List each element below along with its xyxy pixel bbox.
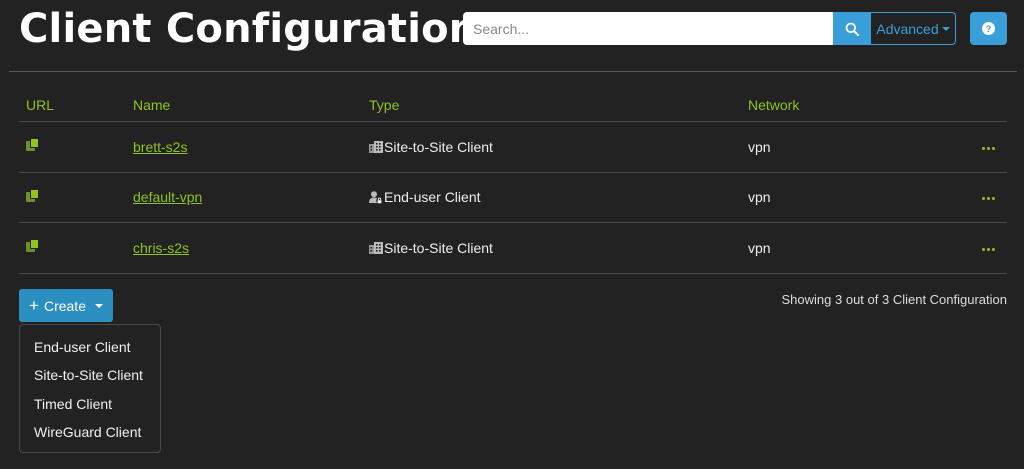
help-icon: ? [982,22,995,35]
table-row: chris-s2s Site-to-Site Client vpn [19,223,1007,274]
help-button[interactable]: ? [970,12,1007,45]
column-header-name[interactable]: Name [133,97,369,113]
copy-url-icon[interactable] [26,188,40,203]
create-label: Create [43,297,86,314]
search-button[interactable] [833,12,870,45]
name-cell: brett-s2s [133,139,369,155]
copy-url-icon[interactable] [26,138,40,152]
name-cell: chris-s2s [133,240,369,256]
client-type-label: End-user Client [384,189,481,206]
table-row: default-vpn End-user Client vpn [19,173,1007,223]
header-divider [9,71,1017,72]
url-cell [19,188,133,206]
search-input[interactable] [463,12,833,45]
name-cell: default-vpn [133,189,369,205]
menu-item-site-to-site-client[interactable]: Site-to-Site Client [20,361,160,389]
url-cell [19,239,133,256]
more-options-icon[interactable] [982,197,995,201]
type-cell: End-user Client [369,189,748,205]
building-icon [369,241,383,254]
client-type-label: Site-to-Site Client [384,239,493,256]
column-header-url[interactable]: URL [19,97,133,113]
client-name-link[interactable]: default-vpn [133,189,202,205]
type-cell: Site-to-Site Client [369,240,748,256]
create-button[interactable]: + Create [19,289,113,322]
column-header-network[interactable]: Network [748,97,978,113]
page-title: Client Configuration [19,6,478,52]
actions-cell [978,139,1007,155]
url-cell [19,138,133,155]
plus-icon: + [29,296,39,315]
chevron-down-icon [94,303,103,308]
search-icon [845,22,859,36]
network-cell: vpn [748,138,771,155]
column-header-type[interactable]: Type [369,97,748,113]
network-cell: vpn [748,189,771,206]
actions-cell [978,189,1007,205]
advanced-label: Advanced [876,20,939,37]
copy-url-icon[interactable] [26,239,40,253]
menu-item-end-user-client[interactable]: End-user Client [20,333,160,361]
more-options-icon[interactable] [982,146,995,150]
client-table: URL Name Type Network brett-s2s Site-to-… [19,88,1007,274]
more-options-icon[interactable] [982,247,995,251]
menu-item-wireguard-client[interactable]: WireGuard Client [20,418,160,446]
menu-item-timed-client[interactable]: Timed Client [20,390,160,418]
client-name-link[interactable]: chris-s2s [133,240,189,256]
client-name-link[interactable]: brett-s2s [133,139,187,155]
table-row: brett-s2s Site-to-Site Client vpn [19,122,1007,173]
type-cell: Site-to-Site Client [369,139,748,155]
create-dropdown-menu: End-user Client Site-to-Site Client Time… [19,324,161,453]
pagination-status: Showing 3 out of 3 Client Configuration [781,292,1007,307]
search-bar: Advanced [463,12,956,45]
network-cell: vpn [748,239,771,256]
user-lock-icon [369,190,383,204]
chevron-down-icon [941,26,950,31]
actions-cell [978,240,1007,256]
building-icon [369,140,383,153]
table-header: URL Name Type Network [19,88,1007,122]
client-type-label: Site-to-Site Client [384,138,493,155]
advanced-search-button[interactable]: Advanced [870,12,956,45]
